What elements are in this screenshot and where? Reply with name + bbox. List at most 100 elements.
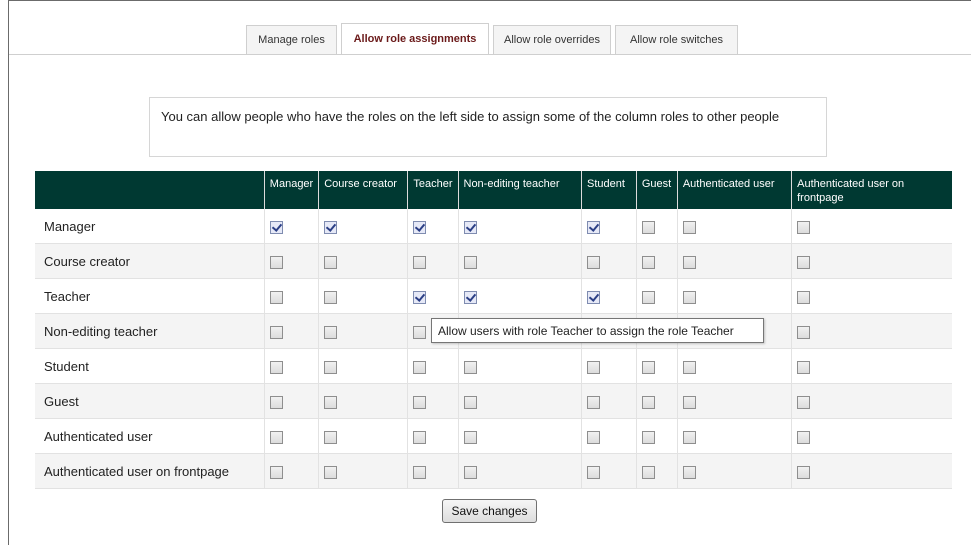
permission-cell [407, 453, 458, 489]
permission-cell [457, 348, 582, 384]
permission-cell [407, 348, 458, 384]
permission-cell [580, 453, 637, 489]
allow-assign-checkbox[interactable] [269, 220, 283, 234]
permission-cell [263, 453, 319, 489]
allow-assign-checkbox[interactable] [269, 290, 283, 304]
allow-assign-checkbox[interactable] [641, 395, 655, 409]
allow-assign-checkbox[interactable] [463, 220, 477, 234]
allow-assign-checkbox[interactable] [641, 430, 655, 444]
table-header-row: Manager Course creator Teacher Non-editi… [35, 171, 952, 209]
permission-cell [791, 243, 952, 279]
tab-allow-role-overrides[interactable]: Allow role overrides [493, 25, 611, 54]
allow-assign-checkbox[interactable] [797, 430, 811, 444]
allow-assign-checkbox[interactable] [413, 255, 427, 269]
permission-cell [457, 383, 582, 419]
allow-assign-checkbox[interactable] [641, 220, 655, 234]
allow-assign-checkbox[interactable] [413, 290, 427, 304]
allow-assign-checkbox[interactable] [586, 360, 600, 374]
role-tabs: Manage roles Allow role assignments Allo… [0, 23, 971, 55]
allow-assign-checkbox[interactable] [463, 465, 477, 479]
allow-assign-checkbox[interactable] [463, 290, 477, 304]
allow-assign-checkbox[interactable] [797, 465, 811, 479]
allow-assign-checkbox[interactable] [586, 395, 600, 409]
row-role-label: Non-editing teacher [35, 313, 265, 349]
allow-assign-checkbox[interactable] [324, 325, 338, 339]
allow-assign-checkbox[interactable] [641, 255, 655, 269]
permission-cell [580, 243, 637, 279]
permission-cell [318, 209, 408, 244]
save-changes-button[interactable]: Save changes [442, 499, 537, 523]
allow-assign-checkbox[interactable] [682, 360, 696, 374]
allow-assign-checkbox[interactable] [586, 465, 600, 479]
permission-cell [580, 348, 637, 384]
allow-assign-checkbox[interactable] [324, 360, 338, 374]
allow-assign-checkbox[interactable] [586, 255, 600, 269]
allow-assign-checkbox[interactable] [641, 360, 655, 374]
tab-allow-role-assignments[interactable]: Allow role assignments [341, 23, 489, 54]
permission-cell [791, 418, 952, 454]
permission-cell [791, 209, 952, 244]
allow-assign-checkbox[interactable] [413, 220, 427, 234]
row-role-label: Course creator [35, 243, 265, 279]
allow-assign-checkbox[interactable] [324, 395, 338, 409]
allow-assign-checkbox[interactable] [324, 290, 338, 304]
allow-assign-checkbox[interactable] [641, 290, 655, 304]
allow-assign-checkbox[interactable] [797, 290, 811, 304]
tab-manage-roles[interactable]: Manage roles [246, 25, 337, 54]
allow-assign-checkbox[interactable] [797, 255, 811, 269]
row-role-label: Authenticated user [35, 418, 265, 454]
row-role-label: Guest [35, 383, 265, 419]
permission-cell [457, 243, 582, 279]
allow-assign-checkbox[interactable] [797, 220, 811, 234]
allow-assign-checkbox[interactable] [463, 395, 477, 409]
allow-assign-checkbox[interactable] [641, 465, 655, 479]
allow-assign-checkbox[interactable] [324, 220, 338, 234]
permission-cell [263, 383, 319, 419]
column-header: Non-editing teacher [457, 171, 582, 209]
permission-cell [635, 383, 678, 419]
permission-cell [318, 313, 408, 349]
table-row: Course creator [35, 243, 952, 279]
table-row: Authenticated user [35, 418, 952, 454]
allow-assign-checkbox[interactable] [269, 255, 283, 269]
allow-assign-checkbox[interactable] [586, 290, 600, 304]
allow-assign-checkbox[interactable] [324, 430, 338, 444]
allow-assign-checkbox[interactable] [269, 395, 283, 409]
allow-assign-checkbox[interactable] [324, 255, 338, 269]
permission-cell [791, 383, 952, 419]
allow-assign-checkbox[interactable] [682, 255, 696, 269]
allow-assign-checkbox[interactable] [586, 430, 600, 444]
allow-assign-checkbox[interactable] [413, 465, 427, 479]
allow-assign-checkbox[interactable] [682, 290, 696, 304]
allow-assign-checkbox[interactable] [463, 360, 477, 374]
allow-assign-checkbox[interactable] [269, 325, 283, 339]
header-corner [35, 171, 265, 209]
permission-cell [407, 209, 458, 244]
permission-cell [676, 278, 792, 314]
allow-assign-checkbox[interactable] [413, 395, 427, 409]
allow-assign-checkbox[interactable] [797, 395, 811, 409]
allow-assign-checkbox[interactable] [269, 430, 283, 444]
column-header: Student [580, 171, 637, 209]
column-header: Manager [263, 171, 319, 209]
allow-assign-checkbox[interactable] [682, 220, 696, 234]
allow-assign-checkbox[interactable] [682, 465, 696, 479]
allow-assign-checkbox[interactable] [269, 360, 283, 374]
row-role-label: Authenticated user on frontpage [35, 453, 265, 489]
allow-assign-checkbox[interactable] [463, 255, 477, 269]
allow-assign-checkbox[interactable] [413, 360, 427, 374]
allow-assign-checkbox[interactable] [413, 325, 427, 339]
allow-assign-checkbox[interactable] [797, 325, 811, 339]
allow-assign-checkbox[interactable] [463, 430, 477, 444]
permission-cell [791, 313, 952, 349]
allow-assign-checkbox[interactable] [269, 465, 283, 479]
allow-assign-checkbox[interactable] [413, 430, 427, 444]
permission-cell [318, 243, 408, 279]
permission-cell [318, 383, 408, 419]
allow-assign-checkbox[interactable] [797, 360, 811, 374]
allow-assign-checkbox[interactable] [324, 465, 338, 479]
allow-assign-checkbox[interactable] [586, 220, 600, 234]
allow-assign-checkbox[interactable] [682, 430, 696, 444]
tab-allow-role-switches[interactable]: Allow role switches [615, 25, 738, 54]
allow-assign-checkbox[interactable] [682, 395, 696, 409]
